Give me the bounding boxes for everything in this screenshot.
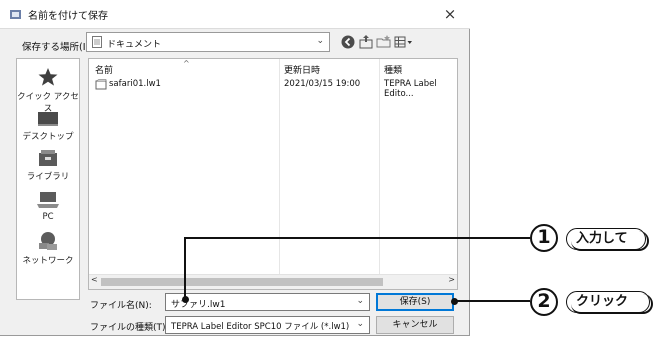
cancel-button[interactable]: キャンセル xyxy=(376,316,454,334)
annotation-2-leader xyxy=(456,300,530,302)
sort-ascending-icon: ^ xyxy=(183,59,190,68)
scrollbar-thumb[interactable] xyxy=(101,278,383,286)
file-modified: 2021/03/15 19:00 xyxy=(284,79,361,89)
save-in-label: 保存する場所(I): xyxy=(22,42,93,53)
view-menu-icon[interactable] xyxy=(394,34,414,50)
app-icon xyxy=(10,10,21,19)
window-title: 名前を付けて保存 xyxy=(28,11,108,22)
place-desktop[interactable]: デスクトップ xyxy=(17,111,79,142)
file-name[interactable]: safari01.lw1 xyxy=(109,79,161,89)
place-label: ライブラリ xyxy=(26,172,70,182)
annotation-2-number: 2 xyxy=(530,288,558,316)
filetype-value: TEPRA Label Editor SPC10 ファイル (*.lw1) xyxy=(171,322,350,332)
network-icon xyxy=(39,232,57,250)
scroll-left-icon[interactable]: < xyxy=(91,275,98,284)
star-icon xyxy=(38,68,58,86)
save-as-dialog: 名前を付けて保存 × 保存する場所(I): ドキュメント ⌄ クイック アクセス xyxy=(0,0,470,336)
desktop-icon xyxy=(38,112,58,126)
up-folder-icon[interactable] xyxy=(358,34,374,50)
annotation-2-dot xyxy=(451,298,458,305)
place-pc[interactable]: PC xyxy=(17,191,79,222)
place-label: PC xyxy=(42,212,54,222)
label-file-icon xyxy=(95,79,107,90)
annotation-1-label: 入力して xyxy=(566,228,649,251)
save-button[interactable]: 保存(S) xyxy=(376,293,454,311)
scroll-right-icon[interactable]: > xyxy=(448,275,455,284)
place-label: ネットワーク xyxy=(22,256,74,266)
place-network[interactable]: ネットワーク xyxy=(17,231,79,266)
chevron-down-icon[interactable]: ⌄ xyxy=(356,296,364,306)
column-header-type[interactable]: 種類 xyxy=(384,63,402,76)
back-icon[interactable] xyxy=(340,34,356,50)
column-separator xyxy=(279,59,280,275)
filename-input[interactable]: サファリ.lw1 ⌄ xyxy=(165,293,370,311)
filename-value: サファリ.lw1 xyxy=(171,300,226,310)
column-separator xyxy=(379,59,380,275)
horizontal-scrollbar[interactable]: < > xyxy=(89,274,457,289)
places-bar: クイック アクセス デスクトップ ライブラリ PC ネットワーク xyxy=(16,58,80,300)
column-header-modified[interactable]: 更新日時 xyxy=(284,63,320,76)
file-list[interactable]: 名前 ^ 更新日時 種類 safari01.lw1 2021/03/15 19:… xyxy=(88,58,458,290)
close-button[interactable]: × xyxy=(440,4,460,24)
annotation-1-number: 1 xyxy=(530,224,558,252)
annotation-2-label: クリック xyxy=(566,291,653,314)
file-type: TEPRA Label Edito... xyxy=(384,79,437,99)
filetype-label: ファイルの種類(T): xyxy=(90,323,169,333)
annotation-1-leader-horizontal xyxy=(184,237,530,239)
documents-folder-icon xyxy=(92,36,102,48)
column-header-name[interactable]: 名前 xyxy=(95,63,113,76)
filetype-select[interactable]: TEPRA Label Editor SPC10 ファイル (*.lw1) ⌄ xyxy=(165,316,370,334)
chevron-down-icon: ⌄ xyxy=(356,319,364,329)
location-dropdown[interactable]: ドキュメント ⌄ xyxy=(86,32,330,52)
filename-label: ファイル名(N): xyxy=(90,301,152,311)
place-libraries[interactable]: ライブラリ xyxy=(17,149,79,182)
chevron-down-icon: ⌄ xyxy=(316,36,324,46)
library-icon xyxy=(39,150,57,166)
new-folder-icon[interactable] xyxy=(376,34,392,50)
annotation-1-dot xyxy=(182,296,189,303)
place-quick-access[interactable]: クイック アクセス xyxy=(17,67,79,114)
computer-icon xyxy=(37,192,59,208)
location-value: ドキュメント xyxy=(107,40,162,50)
title-bar: 名前を付けて保存 × xyxy=(0,0,470,29)
place-label: デスクトップ xyxy=(22,132,74,142)
annotation-1-leader-vertical xyxy=(184,237,186,299)
